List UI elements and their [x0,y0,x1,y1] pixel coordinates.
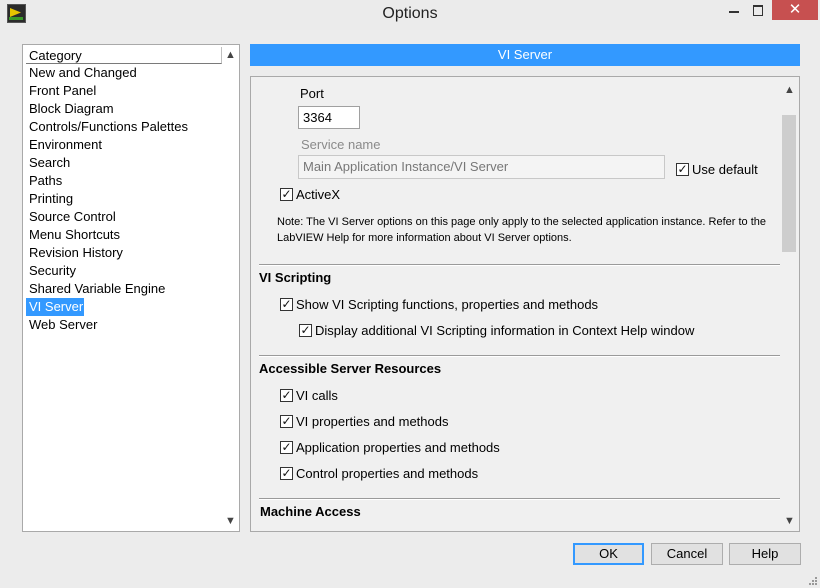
category-item-paths[interactable]: Paths [26,172,222,190]
control-properties-checkbox[interactable]: ✓ [280,467,293,480]
category-item-search[interactable]: Search [26,154,222,172]
accessible-server-resources-title: Accessible Server Resources [259,361,442,376]
category-item-environment[interactable]: Environment [26,136,222,154]
category-list: New and Changed Front Panel Block Diagra… [26,64,222,334]
use-default-checkbox[interactable]: ✓ [676,163,689,176]
category-item-block-diagram[interactable]: Block Diagram [26,100,222,118]
scrollbar-thumb[interactable] [782,115,796,252]
vi-server-options-panel: Port 3364 Service name Main Application … [250,76,800,532]
minimize-icon [729,11,739,13]
service-name-input[interactable]: Main Application Instance/VI Server [298,155,665,179]
category-listbox[interactable]: Category New and Changed Front Panel Blo… [22,44,240,532]
category-item-controls-functions-palettes[interactable]: Controls/Functions Palettes [26,118,222,136]
category-item-front-panel[interactable]: Front Panel [26,82,222,100]
help-button[interactable]: Help [729,543,801,565]
maximize-icon [753,5,763,16]
section-divider [259,498,781,500]
maximize-button[interactable] [746,0,770,20]
category-item-source-control[interactable]: Source Control [26,208,222,226]
port-label: Port [300,86,324,101]
minimize-button[interactable] [722,0,746,20]
activex-checkbox[interactable]: ✓ [280,188,293,201]
vi-scripting-title: VI Scripting [259,270,332,285]
category-item-web-server[interactable]: Web Server [26,316,222,334]
vi-properties-label[interactable]: VI properties and methods [296,414,448,429]
scroll-up-arrow-icon[interactable]: ▲ [781,82,798,99]
category-item-security[interactable]: Security [26,262,222,280]
machine-access-title: Machine Access [260,504,361,519]
display-scripting-info-label[interactable]: Display additional VI Scripting informat… [315,323,694,338]
vi-calls-checkbox[interactable]: ✓ [280,389,293,402]
scroll-up-arrow-icon[interactable]: ▲ [222,47,239,64]
close-icon: ✕ [788,1,802,18]
control-properties-label[interactable]: Control properties and methods [296,466,478,481]
service-name-label: Service name [301,137,381,152]
note-text-line1: Note: The VI Server options on this page… [277,216,766,228]
category-header[interactable]: Category [26,47,222,64]
category-item-vi-server[interactable]: VI Server [26,298,84,316]
cancel-button[interactable]: Cancel [651,543,723,565]
section-divider [259,264,781,266]
category-item-menu-shortcuts[interactable]: Menu Shortcuts [26,226,222,244]
show-vi-scripting-label[interactable]: Show VI Scripting functions, properties … [296,297,598,312]
scroll-down-arrow-icon[interactable]: ▼ [781,513,798,530]
section-divider [259,355,781,357]
category-scrollbar[interactable]: ▲ ▼ [222,45,239,531]
close-button[interactable]: ✕ [772,0,818,20]
page-banner: VI Server [250,44,800,66]
category-item-printing[interactable]: Printing [26,190,222,208]
ok-button[interactable]: OK [573,543,644,565]
category-item-shared-variable-engine[interactable]: Shared Variable Engine [26,280,222,298]
application-properties-checkbox[interactable]: ✓ [280,441,293,454]
category-item-new-and-changed[interactable]: New and Changed [26,64,222,82]
options-scrollbar[interactable]: ▲ ▼ [780,77,799,531]
display-scripting-info-checkbox[interactable]: ✓ [299,324,312,337]
resize-grip-icon[interactable] [808,576,818,586]
title-bar[interactable]: Options ✕ [0,0,820,30]
scroll-down-arrow-icon[interactable]: ▼ [222,513,239,530]
note-text-line2: LabVIEW Help for more information about … [277,232,572,244]
vi-properties-checkbox[interactable]: ✓ [280,415,293,428]
window-title: Options [382,5,438,22]
application-properties-label[interactable]: Application properties and methods [296,440,500,455]
category-item-revision-history[interactable]: Revision History [26,244,222,262]
port-input[interactable]: 3364 [298,106,360,129]
options-window: Options ✕ Category New and Changed Front… [0,0,820,588]
activex-label[interactable]: ActiveX [296,187,340,202]
use-default-label[interactable]: Use default [692,162,758,177]
vi-calls-label[interactable]: VI calls [296,388,338,403]
show-vi-scripting-checkbox[interactable]: ✓ [280,298,293,311]
